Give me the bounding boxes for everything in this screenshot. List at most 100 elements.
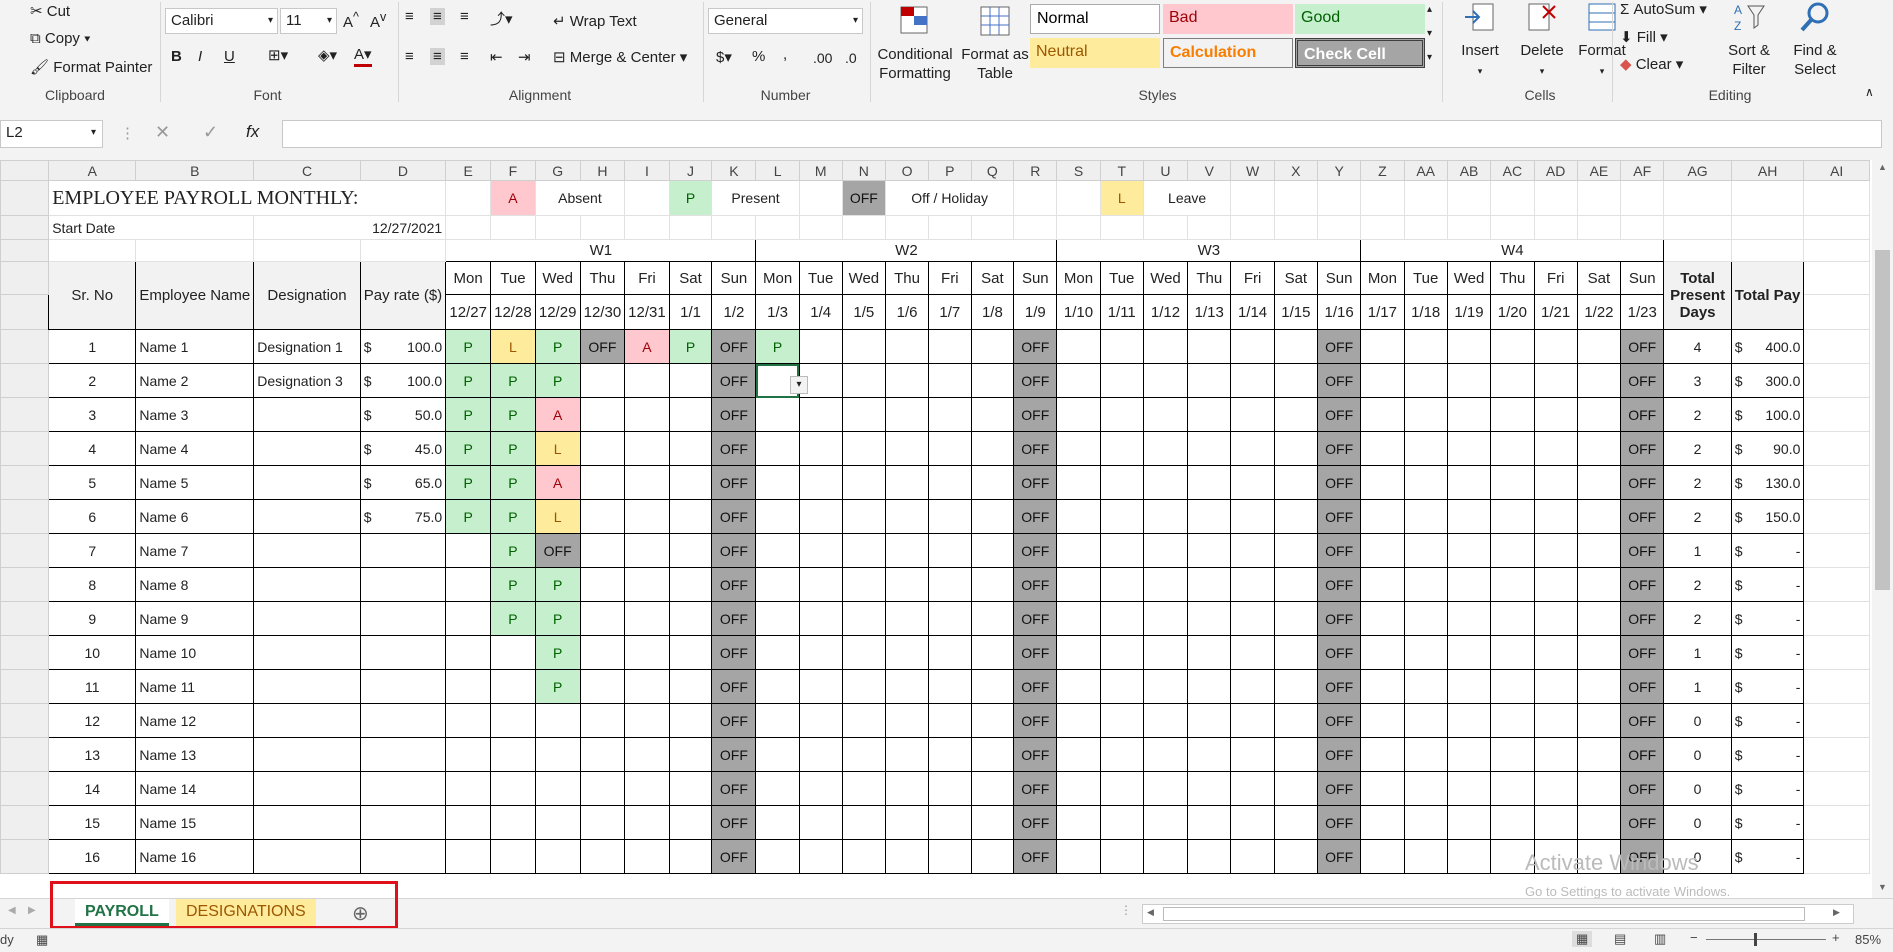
font-name-select[interactable]: Calibri ▾: [165, 8, 278, 34]
attendance-cell[interactable]: [1142, 567, 1189, 602]
align-left-icon[interactable]: ≡: [405, 48, 414, 65]
column-header[interactable]: V: [1187, 160, 1232, 181]
attendance-cell[interactable]: [1056, 737, 1101, 772]
attendance-cell[interactable]: [490, 771, 536, 806]
cell-style-check-cell[interactable]: Check Cell: [1295, 38, 1425, 68]
attendance-cell[interactable]: P: [668, 329, 713, 364]
attendance-cell[interactable]: [885, 329, 930, 364]
attendance-cell[interactable]: [445, 839, 492, 874]
date-header[interactable]: 1/10: [1056, 294, 1101, 330]
cell[interactable]: [1803, 215, 1870, 240]
attendance-cell[interactable]: [885, 431, 930, 466]
cell[interactable]: [1803, 601, 1870, 636]
attendance-cell[interactable]: P: [445, 465, 492, 500]
attendance-cell[interactable]: [1446, 771, 1492, 806]
underline-button[interactable]: U: [224, 48, 235, 65]
autosum-button[interactable]: Σ AutoSum ▾: [1620, 0, 1707, 18]
employee-name-cell[interactable]: Name 4: [135, 431, 255, 466]
attendance-cell[interactable]: OFF: [711, 703, 757, 738]
attendance-cell[interactable]: [928, 499, 972, 534]
attendance-cell[interactable]: [1056, 635, 1101, 670]
attendance-cell[interactable]: OFF: [711, 839, 757, 874]
attendance-cell[interactable]: [668, 635, 713, 670]
employee-name-cell[interactable]: Name 9: [135, 601, 255, 636]
cell[interactable]: [1099, 215, 1144, 240]
percent-button[interactable]: %: [752, 48, 765, 65]
cell[interactable]: [490, 215, 536, 240]
attendance-cell[interactable]: [1576, 397, 1622, 432]
attendance-cell[interactable]: [579, 465, 626, 500]
enter-icon[interactable]: ✓: [203, 122, 218, 143]
attendance-cell[interactable]: P: [490, 465, 536, 500]
pay-rate-cell[interactable]: [359, 669, 447, 704]
cell[interactable]: [1490, 180, 1535, 216]
attendance-cell[interactable]: [928, 771, 972, 806]
attendance-cell[interactable]: [1533, 771, 1578, 806]
cell[interactable]: [1446, 180, 1492, 216]
attendance-cell[interactable]: [534, 805, 581, 840]
attendance-cell[interactable]: OFF: [1013, 465, 1058, 500]
cell[interactable]: [885, 215, 930, 240]
attendance-cell[interactable]: [970, 771, 1015, 806]
attendance-cell[interactable]: [970, 567, 1015, 602]
pay-rate-header[interactable]: Pay rate ($): [359, 261, 447, 330]
attendance-cell[interactable]: [885, 363, 930, 398]
grow-font-button[interactable]: A^: [343, 10, 359, 31]
attendance-cell[interactable]: [1360, 397, 1405, 432]
attendance-cell[interactable]: [445, 567, 492, 602]
attendance-cell[interactable]: [1403, 601, 1448, 636]
attendance-cell[interactable]: [1099, 839, 1144, 874]
employee-name-cell[interactable]: Name 7: [135, 533, 255, 568]
cell[interactable]: [1663, 215, 1732, 240]
zoom-slider[interactable]: [1706, 939, 1826, 940]
cell[interactable]: [798, 180, 843, 216]
sort-filter-button[interactable]: AZ Sort & Filter: [1720, 0, 1778, 79]
cell[interactable]: [1663, 239, 1732, 262]
attendance-cell[interactable]: [1230, 703, 1275, 738]
attendance-cell[interactable]: [668, 737, 713, 772]
total-days-cell[interactable]: 1: [1663, 669, 1732, 704]
attendance-cell[interactable]: [1403, 329, 1448, 364]
sr-no-cell[interactable]: 10: [48, 635, 137, 670]
attendance-cell[interactable]: [970, 635, 1015, 670]
attendance-cell[interactable]: [1403, 431, 1448, 466]
cell[interactable]: [1730, 180, 1805, 216]
attendance-cell[interactable]: [624, 635, 670, 670]
align-center-icon[interactable]: ≡: [430, 48, 445, 65]
attendance-cell[interactable]: [1533, 431, 1578, 466]
column-header[interactable]: AD: [1533, 160, 1578, 181]
attendance-cell[interactable]: [928, 431, 972, 466]
attendance-cell[interactable]: [928, 669, 972, 704]
attendance-cell[interactable]: [1533, 703, 1578, 738]
scroll-down-icon[interactable]: ▼: [1878, 882, 1887, 892]
column-header[interactable]: X: [1273, 160, 1318, 181]
attendance-cell[interactable]: [1056, 465, 1101, 500]
attendance-cell[interactable]: [1056, 601, 1101, 636]
attendance-cell[interactable]: [1056, 771, 1101, 806]
attendance-cell[interactable]: [1490, 397, 1535, 432]
day-header[interactable]: Thu: [579, 261, 626, 295]
cell[interactable]: [1730, 239, 1805, 262]
pay-rate-cell[interactable]: [359, 635, 447, 670]
attendance-cell[interactable]: OFF: [1620, 669, 1665, 704]
employee-name-cell[interactable]: Name 1: [135, 329, 255, 364]
attendance-cell[interactable]: [1490, 805, 1535, 840]
attendance-cell[interactable]: [1187, 329, 1232, 364]
attendance-cell[interactable]: [885, 499, 930, 534]
attendance-cell[interactable]: [1403, 567, 1448, 602]
date-header[interactable]: 1/7: [928, 294, 972, 330]
attendance-cell[interactable]: A: [534, 465, 581, 500]
total-days-cell[interactable]: 1: [1663, 635, 1732, 670]
row-header[interactable]: [0, 703, 50, 738]
attendance-cell[interactable]: [1533, 397, 1578, 432]
start-date-label[interactable]: Start Date: [48, 215, 255, 240]
column-header[interactable]: AB: [1446, 160, 1492, 181]
attendance-cell[interactable]: [1056, 431, 1101, 466]
attendance-cell[interactable]: [1187, 635, 1232, 670]
row-header[interactable]: [0, 294, 50, 330]
attendance-cell[interactable]: [1230, 431, 1275, 466]
attendance-cell[interactable]: [1056, 397, 1101, 432]
attendance-cell[interactable]: [885, 703, 930, 738]
attendance-cell[interactable]: OFF: [1620, 635, 1665, 670]
attendance-cell[interactable]: [579, 771, 626, 806]
